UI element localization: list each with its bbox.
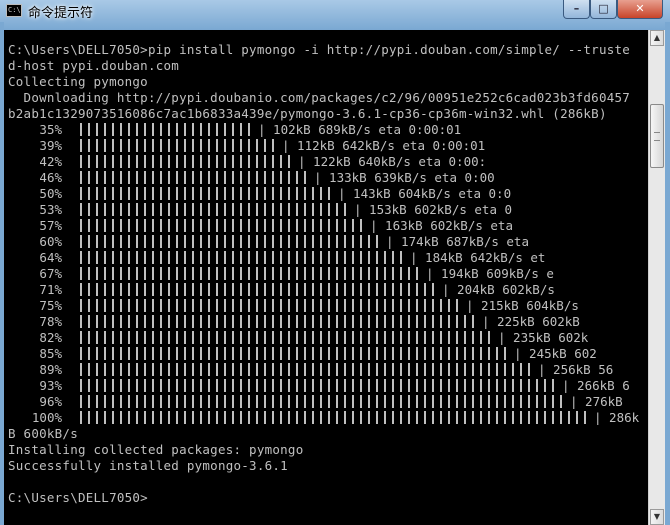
progress-status: | 174kB 687kB/s eta	[386, 234, 529, 249]
console-line: C:\Users\DELL7050>pip install pymongo -i…	[8, 42, 631, 57]
progress-status: | 133kB 639kB/s eta 0:00	[314, 170, 495, 185]
progress-percent: 39%	[39, 138, 62, 153]
progress-percent: 82%	[39, 330, 62, 345]
console-window: C:\ 命令提示符 – □ ✕ C:\Users\DELL7050>pip in…	[0, 0, 670, 525]
progress-status: | 225kB 602kB	[482, 314, 580, 329]
progress-row: 46% | 133kB 639kB/s eta 0:00	[4, 170, 648, 186]
console-line: b2ab1c1329073516086c7ac1b6833a439e/pymon…	[8, 106, 607, 121]
progress-status: | 215kB 604kB/s	[466, 298, 579, 313]
console-line: Successfully installed pymongo-3.6.1	[8, 458, 288, 473]
progress-percent: 100%	[31, 410, 62, 425]
progress-percent: 53%	[39, 202, 62, 217]
progress-status: | 153kB 602kB/s eta 0	[354, 202, 513, 217]
progress-percent: 50%	[39, 186, 62, 201]
vertical-scrollbar[interactable]: ▲ ▼	[648, 30, 665, 525]
progress-row: 89% | 256kB 56	[4, 362, 648, 378]
progress-row: 39% | 112kB 642kB/s eta 0:00:01	[4, 138, 648, 154]
maximize-button[interactable]: □	[590, 0, 617, 19]
progress-status: | 204kB 602kB/s	[442, 282, 555, 297]
progress-status: | 194kB 609kB/s e	[426, 266, 554, 281]
progress-percent: 60%	[39, 234, 62, 249]
console-line: d-host pypi.douban.com	[8, 58, 180, 73]
console-line: Installing collected packages: pymongo	[8, 442, 304, 457]
progress-percent: 75%	[39, 298, 62, 313]
progress-percent: 46%	[39, 170, 62, 185]
minimize-button[interactable]: –	[563, 0, 590, 19]
progress-row: 53% | 153kB 602kB/s eta 0	[4, 202, 648, 218]
progress-status: | 184kB 642kB/s et	[410, 250, 546, 265]
scroll-down-arrow-icon[interactable]: ▼	[650, 509, 664, 525]
progress-percent: 96%	[39, 394, 62, 409]
title-bar[interactable]: C:\ 命令提示符 – □ ✕	[0, 0, 670, 22]
progress-row: 78% | 225kB 602kB	[4, 314, 648, 330]
progress-row: 60% | 174kB 687kB/s eta	[4, 234, 648, 250]
progress-percent: 85%	[39, 346, 62, 361]
progress-row: 85% | 245kB 602	[4, 346, 648, 362]
progress-status: | 122kB 640kB/s eta 0:00:	[298, 154, 487, 169]
progress-status: | 112kB 642kB/s eta 0:00:01	[282, 138, 486, 153]
progress-percent: 57%	[39, 218, 62, 233]
progress-status: | 286k	[594, 410, 640, 425]
progress-row: 100% | 286k	[4, 410, 648, 426]
progress-status: | 256kB 56	[538, 362, 614, 377]
progress-status: | 266kB 6	[562, 378, 630, 393]
progress-row: 67% | 194kB 609kB/s e	[4, 266, 648, 282]
progress-status: | 163kB 602kB/s eta	[370, 218, 513, 233]
progress-percent: 78%	[39, 314, 62, 329]
progress-row: 42% | 122kB 640kB/s eta 0:00:	[4, 154, 648, 170]
progress-status: | 235kB 602k	[498, 330, 589, 345]
progress-row: 35% | 102kB 689kB/s eta 0:00:01	[4, 122, 648, 138]
window-frame-right	[665, 22, 670, 525]
grip-icon	[654, 132, 660, 141]
progress-status: | 245kB 602	[514, 346, 597, 361]
progress-percent: 89%	[39, 362, 62, 377]
progress-row: 96% | 276kB	[4, 394, 648, 410]
progress-percent: 35%	[39, 122, 62, 137]
scroll-up-arrow-icon[interactable]: ▲	[650, 30, 664, 46]
progress-row: 82% | 235kB 602k	[4, 330, 648, 346]
progress-row: 93% | 266kB 6	[4, 378, 648, 394]
progress-row: 50% | 143kB 604kB/s eta 0:0	[4, 186, 648, 202]
progress-row: 57% | 163kB 602kB/s eta	[4, 218, 648, 234]
console-line: Collecting pymongo	[8, 74, 148, 89]
progress-status: | 143kB 604kB/s eta 0:0	[338, 186, 512, 201]
progress-percent: 71%	[39, 282, 62, 297]
window-title: 命令提示符	[28, 6, 94, 21]
progress-status: | 276kB	[570, 394, 623, 409]
console-line: B 600kB/s	[8, 426, 78, 441]
progress-percent: 42%	[39, 154, 62, 169]
progress-percent: 67%	[39, 266, 62, 281]
progress-percent: 93%	[39, 378, 62, 393]
command-prompt[interactable]: C:\Users\DELL7050>	[8, 490, 148, 506]
console-output[interactable]: C:\Users\DELL7050>pip install pymongo -i…	[4, 30, 648, 525]
progress-percent: 64%	[39, 250, 62, 265]
close-button[interactable]: ✕	[617, 0, 663, 19]
progress-row: 71% | 204kB 602kB/s	[4, 282, 648, 298]
scrollbar-thumb[interactable]	[650, 104, 664, 168]
progress-row: 64% | 184kB 642kB/s et	[4, 250, 648, 266]
console-line: Downloading http://pypi.doubanio.com/pac…	[8, 90, 631, 105]
progress-row: 75% | 215kB 604kB/s	[4, 298, 648, 314]
console-icon: C:\	[6, 4, 22, 17]
progress-status: | 102kB 689kB/s eta 0:00:01	[258, 122, 462, 137]
